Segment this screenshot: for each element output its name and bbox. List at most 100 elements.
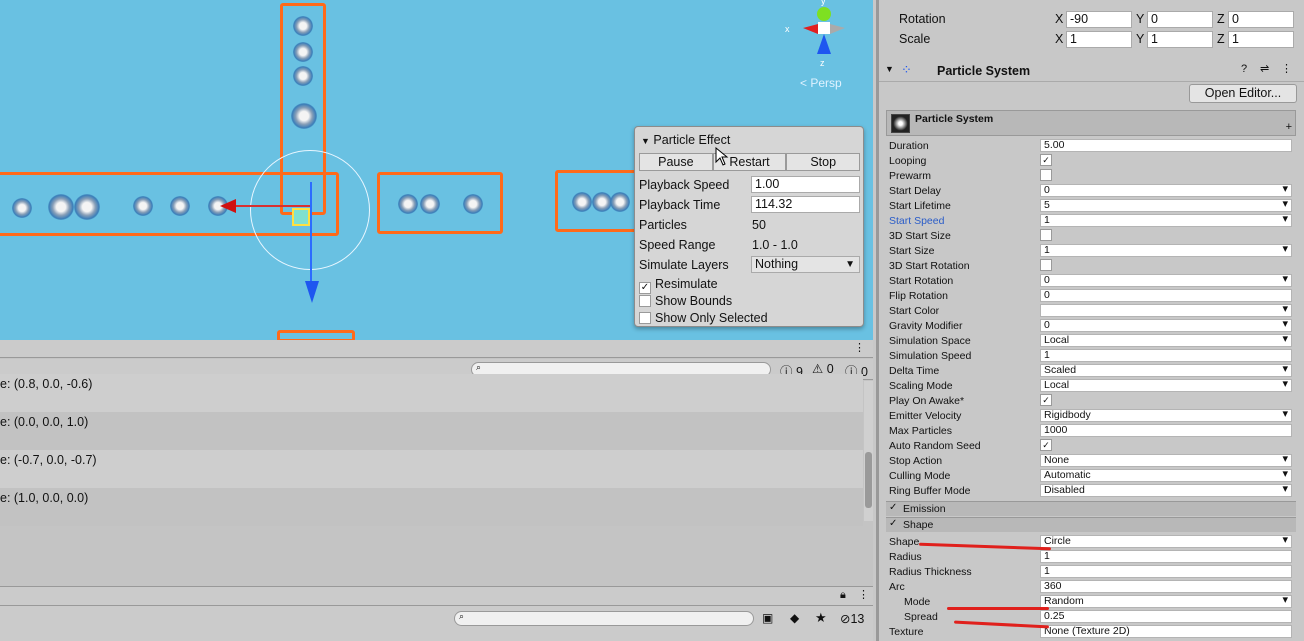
property-dropdown[interactable]: 5 bbox=[1040, 199, 1292, 212]
property-dropdown[interactable]: 0 bbox=[1040, 184, 1292, 197]
property-row: Simulation Speed 1 bbox=[889, 349, 1295, 364]
property-dropdown[interactable]: 1 bbox=[1040, 214, 1292, 227]
property-dropdown[interactable]: Rigidbody bbox=[1040, 409, 1292, 422]
x-axis-arrow-icon[interactable] bbox=[220, 199, 236, 213]
x-axis-handle[interactable] bbox=[230, 205, 310, 207]
property-label: 3D Start Rotation bbox=[889, 260, 970, 272]
stop-button[interactable]: Stop bbox=[786, 153, 861, 171]
property-checkbox[interactable] bbox=[1040, 169, 1052, 181]
property-row: Scaling Mode Local bbox=[889, 379, 1295, 394]
property-dropdown[interactable]: Disabled bbox=[1040, 484, 1292, 497]
scale-x-field[interactable]: 1 bbox=[1066, 31, 1132, 48]
property-checkbox[interactable]: ✓ bbox=[1040, 154, 1052, 166]
particle-preview-icon bbox=[891, 114, 910, 133]
add-icon[interactable]: + bbox=[1286, 121, 1292, 133]
more-options-icon[interactable]: ⋮ bbox=[858, 588, 869, 601]
property-checkbox[interactable] bbox=[1040, 259, 1052, 271]
log-row[interactable]: e: (0.0, 0.0, 1.0) bbox=[0, 412, 863, 450]
z-axis-handle[interactable] bbox=[310, 182, 312, 282]
z-axis-arrow-icon[interactable] bbox=[305, 281, 319, 303]
property-row: Looping ✓ bbox=[889, 154, 1295, 169]
checkbox-icon bbox=[639, 295, 651, 307]
rotation-x-field[interactable]: -90 bbox=[1066, 11, 1132, 28]
property-dropdown[interactable]: 0 bbox=[1040, 319, 1292, 332]
playback-time-field[interactable]: 114.32 bbox=[751, 196, 860, 213]
checkbox-checked-icon[interactable]: ✓ bbox=[889, 502, 897, 513]
filter-by-label-icon[interactable]: ◆ bbox=[790, 611, 799, 625]
move-center-handle[interactable] bbox=[292, 208, 310, 226]
property-row: Radius 1 bbox=[889, 550, 1295, 565]
property-field[interactable]: 0.25 bbox=[1040, 610, 1292, 623]
property-field[interactable]: 1000 bbox=[1040, 424, 1292, 437]
property-label: Radius bbox=[889, 551, 922, 563]
property-label: Stop Action bbox=[889, 455, 943, 467]
filter-by-type-icon[interactable]: ▣ bbox=[762, 611, 773, 625]
property-dropdown[interactable]: 0 bbox=[1040, 274, 1292, 287]
shape-module-header[interactable]: ✓ Shape bbox=[886, 517, 1296, 532]
property-field[interactable]: 1 bbox=[1040, 565, 1292, 578]
checkbox-checked-icon[interactable]: ✓ bbox=[889, 518, 897, 529]
property-checkbox[interactable]: ✓ bbox=[1040, 394, 1052, 406]
scrollbar-thumb[interactable] bbox=[865, 452, 872, 508]
more-options-icon[interactable]: ⋮ bbox=[854, 341, 865, 354]
show-only-selected-toggle[interactable]: Show Only Selected bbox=[639, 311, 768, 325]
property-dropdown[interactable]: 1 bbox=[1040, 244, 1292, 257]
more-options-icon[interactable]: ⋮ bbox=[1281, 62, 1292, 75]
help-icon[interactable]: ? bbox=[1241, 63, 1247, 75]
property-dropdown[interactable]: Scaled bbox=[1040, 364, 1292, 377]
rotation-y-field[interactable]: 0 bbox=[1147, 11, 1213, 28]
open-editor-button[interactable]: Open Editor... bbox=[1189, 84, 1297, 103]
property-label: Auto Random Seed bbox=[889, 440, 981, 452]
resimulate-toggle[interactable]: ✓ Resimulate bbox=[639, 277, 718, 294]
y-label: Y bbox=[1136, 32, 1145, 46]
property-field[interactable]: None (Texture 2D) bbox=[1040, 625, 1292, 638]
gizmo-y-label: y bbox=[821, 0, 826, 6]
property-dropdown[interactable]: Local bbox=[1040, 379, 1292, 392]
property-dropdown[interactable]: Automatic bbox=[1040, 469, 1292, 482]
property-dropdown[interactable]: Random bbox=[1040, 595, 1292, 608]
particle bbox=[12, 198, 32, 218]
property-field[interactable]: 5.00 bbox=[1040, 139, 1292, 152]
property-row: Start Rotation 0 bbox=[889, 274, 1295, 289]
property-checkbox[interactable]: ✓ bbox=[1040, 439, 1052, 451]
favorites-star-icon[interactable]: ★ bbox=[815, 610, 827, 626]
log-row[interactable]: e: (-0.7, 0.0, -0.7) bbox=[0, 450, 863, 488]
property-field[interactable]: 360 bbox=[1040, 580, 1292, 593]
project-search-input[interactable]: ⌕ bbox=[454, 611, 754, 626]
particle-system-module-header[interactable]: Particle System + bbox=[886, 110, 1296, 136]
property-row: Arc 360 bbox=[889, 580, 1295, 595]
inspector-panel: Rotation X -90 Y 0 Z 0 Scale X 1 Y 1 Z 1… bbox=[876, 0, 1304, 641]
property-row: Shape Circle bbox=[889, 535, 1295, 550]
foldout-triangle-icon[interactable]: ▼ bbox=[885, 64, 894, 74]
property-label: Start Lifetime bbox=[889, 200, 951, 212]
emission-module-header[interactable]: ✓ Emission bbox=[886, 501, 1296, 516]
scale-y-field[interactable]: 1 bbox=[1147, 31, 1213, 48]
projection-label[interactable]: < Persp bbox=[800, 76, 842, 90]
property-field[interactable]: 1 bbox=[1040, 349, 1292, 362]
property-checkbox[interactable] bbox=[1040, 229, 1052, 241]
particle-system-component-header[interactable]: ▼ ⁘ Particle System ? ⇌ ⋮ bbox=[879, 60, 1304, 82]
property-row: 3D Start Rotation bbox=[889, 259, 1295, 274]
particle bbox=[74, 194, 100, 220]
presets-icon[interactable]: ⇌ bbox=[1260, 62, 1269, 75]
show-bounds-toggle[interactable]: Show Bounds bbox=[639, 294, 732, 308]
playback-speed-field[interactable]: 1.00 bbox=[751, 176, 860, 193]
property-dropdown[interactable]: None bbox=[1040, 454, 1292, 467]
pause-button[interactable]: Pause bbox=[639, 153, 713, 171]
simulate-layers-dropdown[interactable]: Nothing ▼ bbox=[751, 256, 860, 273]
rotation-z-field[interactable]: 0 bbox=[1228, 11, 1294, 28]
property-field[interactable]: 1 bbox=[1040, 550, 1292, 563]
playback-speed-label: Playback Speed bbox=[639, 178, 730, 192]
z-label: Z bbox=[1217, 12, 1225, 26]
panel-title[interactable]: ▼ Particle Effect bbox=[641, 133, 730, 147]
hidden-packages-toggle[interactable]: ⊘13 bbox=[840, 611, 864, 626]
lock-icon[interactable]: 🔒︎ bbox=[840, 589, 846, 602]
property-dropdown[interactable]: Circle bbox=[1040, 535, 1292, 548]
property-dropdown[interactable] bbox=[1040, 304, 1292, 317]
log-row[interactable]: e: (0.8, 0.0, -0.6) bbox=[0, 374, 863, 412]
property-field[interactable]: 0 bbox=[1040, 289, 1292, 302]
property-label: Start Color bbox=[889, 305, 940, 317]
property-dropdown[interactable]: Local bbox=[1040, 334, 1292, 347]
log-row[interactable]: e: (1.0, 0.0, 0.0) bbox=[0, 488, 863, 526]
scale-z-field[interactable]: 1 bbox=[1228, 31, 1294, 48]
